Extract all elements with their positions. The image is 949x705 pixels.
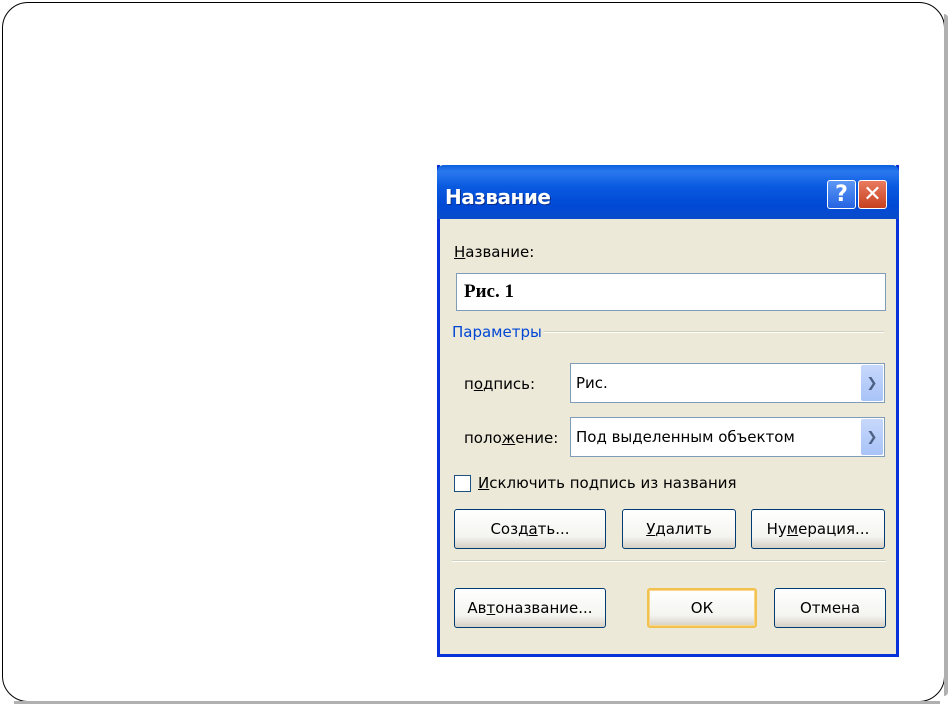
chevron-down-icon[interactable]: ❯: [861, 365, 883, 401]
create-button[interactable]: Созд а ть...: [454, 509, 606, 549]
create-button-accel: а: [528, 520, 538, 538]
caption-label-accel: Н: [454, 243, 466, 261]
create-button-b: ть...: [537, 520, 570, 538]
delete-button-accel: У: [646, 520, 656, 538]
caption-label: Название:: [454, 243, 534, 261]
label-select-value: Рис.: [576, 374, 608, 392]
numbering-button-accel: м: [786, 520, 799, 538]
label-select[interactable]: Рис. ❯: [570, 363, 885, 403]
slide-shadow-right: [944, 14, 948, 696]
position-select-value: Под выделенным объектом: [576, 428, 795, 446]
autocaption-button-a: Ав: [467, 599, 487, 617]
label-field-label-b: дпись:: [483, 375, 536, 393]
dialog-title: Название: [445, 185, 551, 209]
caption-dialog: Название ? ✕ Название: Рис. 1 Параметры …: [437, 165, 899, 657]
caption-input[interactable]: Рис. 1: [456, 273, 886, 311]
close-icon: ✕: [863, 182, 882, 207]
position-field-label: положение:: [464, 429, 558, 447]
label-field-label: подпись:: [464, 375, 535, 393]
exclude-label-rest: сключить подпись из названия: [489, 474, 737, 492]
exclude-label-checkbox[interactable]: [454, 475, 471, 492]
label-field-label-accel: о: [473, 375, 483, 393]
exclude-label-accel: И: [478, 474, 490, 492]
help-icon: ?: [835, 182, 848, 207]
numbering-button-a: Ну: [766, 520, 787, 538]
position-field-label-b: ение:: [515, 429, 559, 447]
numbering-button[interactable]: Ну м ерация...: [751, 509, 885, 549]
parameters-group-label: Параметры: [452, 323, 542, 341]
caption-label-text: азвание:: [465, 243, 535, 261]
button-separator: [452, 560, 886, 562]
autocaption-button-accel: т: [486, 599, 496, 617]
position-field-label-accel: ж: [501, 429, 516, 447]
label-field-label-a: п: [464, 375, 474, 393]
chevron-down-icon[interactable]: ❯: [861, 419, 883, 455]
autocaption-button-b: оназвание...: [495, 599, 593, 617]
create-button-a: Созд: [490, 520, 529, 538]
ok-button[interactable]: ОК: [647, 588, 757, 628]
close-button[interactable]: ✕: [858, 180, 887, 209]
dialog-titlebar[interactable]: Название ? ✕: [437, 165, 899, 219]
delete-button[interactable]: Удалить: [622, 509, 736, 549]
help-button[interactable]: ?: [827, 180, 856, 209]
position-field-label-a: поло: [464, 429, 502, 447]
autocaption-button[interactable]: Ав т оназвание...: [454, 588, 606, 628]
position-select[interactable]: Под выделенным объектом ❯: [570, 417, 885, 457]
delete-button-b: далить: [655, 520, 712, 538]
numbering-button-b: ерация...: [798, 520, 870, 538]
slide-shadow-bottom: [14, 701, 940, 704]
cancel-button[interactable]: Отмена: [774, 588, 886, 628]
exclude-label-text: Исключить подпись из названия: [478, 474, 737, 492]
group-divider: [544, 331, 884, 333]
